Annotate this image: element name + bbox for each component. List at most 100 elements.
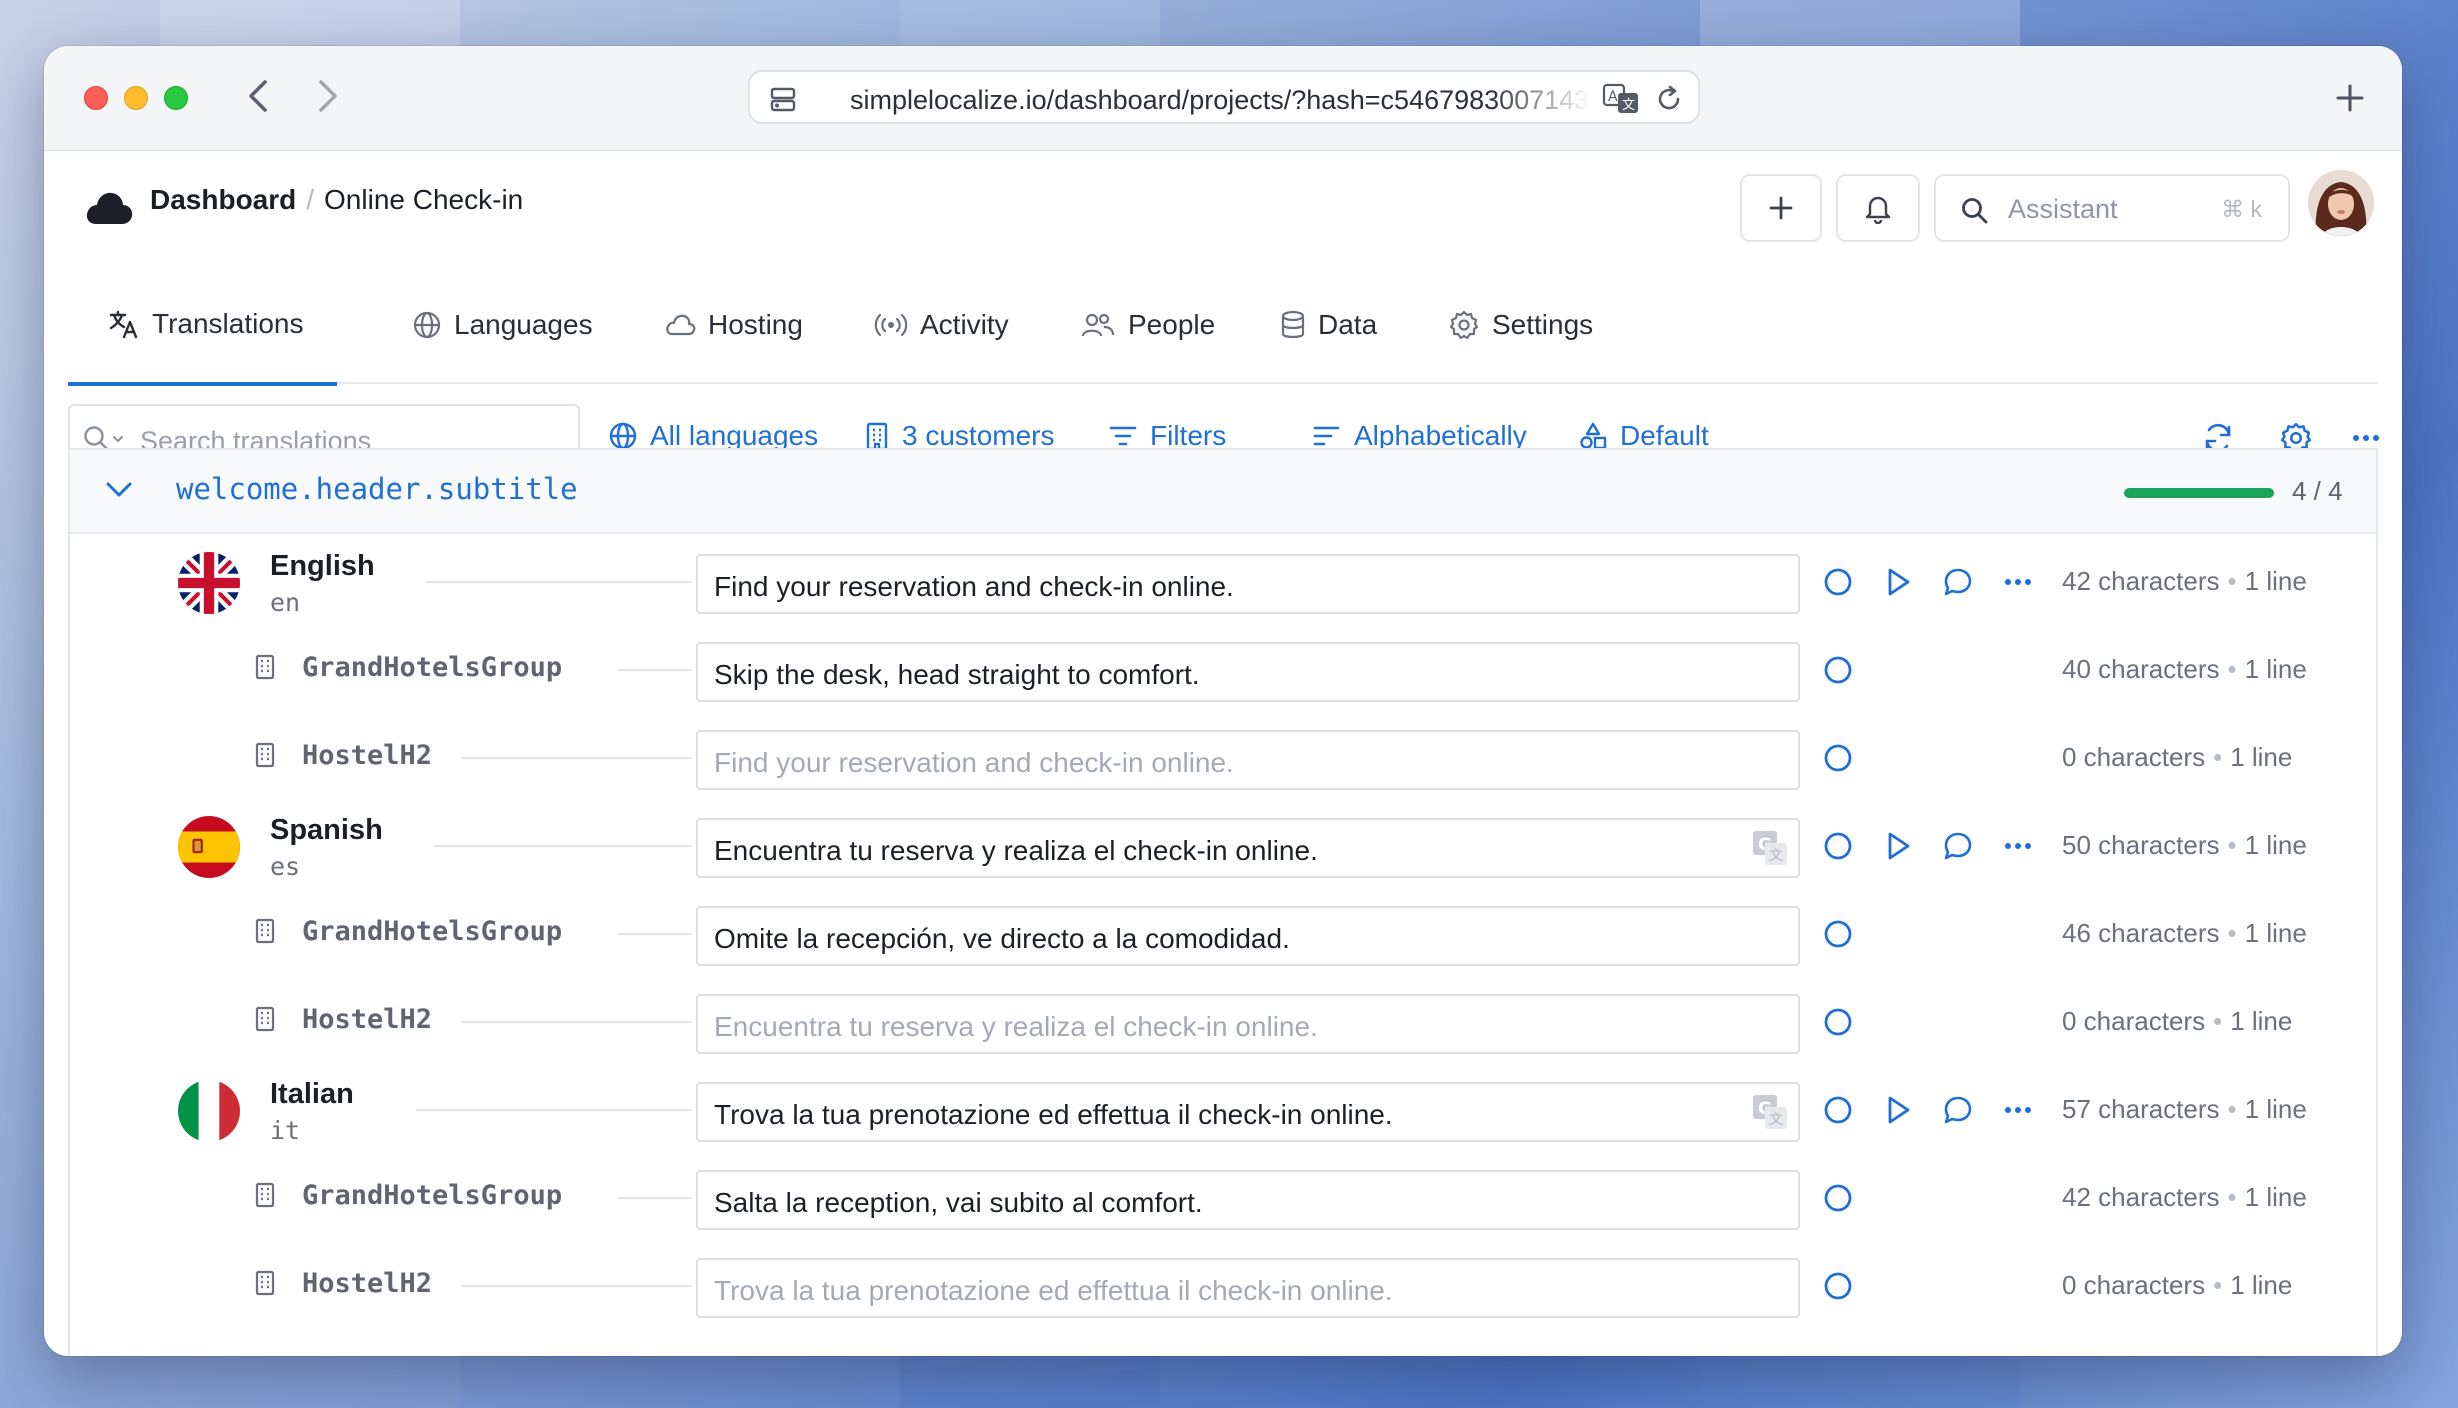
site-settings-icon[interactable] xyxy=(768,84,798,119)
google-translate-icon[interactable]: G文 xyxy=(1748,1090,1792,1134)
tab-languages[interactable]: Languages xyxy=(412,266,593,384)
comment-icon[interactable] xyxy=(1940,564,1976,600)
database-icon xyxy=(1280,310,1306,340)
it-flag-icon xyxy=(178,1080,240,1142)
play-icon[interactable] xyxy=(1880,828,1916,864)
review-status-icon[interactable] xyxy=(1820,916,1856,952)
translation-value: Trova la tua prenotazione ed effettua il… xyxy=(714,1099,1393,1130)
review-status-icon[interactable] xyxy=(1820,1092,1856,1128)
chevron-down-icon[interactable] xyxy=(104,480,134,505)
row-leader-line xyxy=(462,757,692,759)
tab-hosting[interactable]: Hosting xyxy=(664,266,803,384)
tab-settings[interactable]: Settings xyxy=(1448,266,1593,384)
character-count: 57 characters xyxy=(2062,1094,2220,1124)
add-button[interactable] xyxy=(1740,174,1822,242)
svg-text:A: A xyxy=(1608,89,1618,105)
filter-icon xyxy=(1108,423,1138,449)
building-icon xyxy=(254,918,276,944)
tab-people[interactable]: People xyxy=(1080,266,1215,384)
translation-input[interactable]: Salta la reception, vai subito al comfor… xyxy=(696,1170,1800,1230)
translation-key-header[interactable]: welcome.header.subtitle 4 / 4 xyxy=(70,450,2376,534)
translate-page-icon[interactable]: A文 xyxy=(1602,82,1642,121)
meta-separator: • xyxy=(2227,1182,2237,1212)
translation-input[interactable]: Skip the desk, head straight to comfort. xyxy=(696,642,1800,702)
translation-key-name[interactable]: welcome.header.subtitle xyxy=(176,472,578,506)
en-flag-icon xyxy=(178,552,240,614)
translation-input[interactable]: Omite la recepción, ve directo a la como… xyxy=(696,906,1800,966)
assistant-search[interactable]: Assistant ⌘ k xyxy=(1934,174,2290,242)
forward-arrow-icon[interactable] xyxy=(308,76,348,116)
cloud-logo-icon[interactable] xyxy=(84,188,134,233)
character-count: 0 characters xyxy=(2062,1270,2206,1300)
more-options-icon[interactable] xyxy=(2000,1092,2036,1128)
breadcrumb: Dashboard / Online Check-in xyxy=(150,184,523,216)
play-icon[interactable] xyxy=(1880,1092,1916,1128)
row-leader-line xyxy=(434,845,692,847)
language-code: es xyxy=(270,852,301,881)
avatar[interactable] xyxy=(2308,170,2374,236)
globe-icon xyxy=(608,421,638,451)
comment-icon[interactable] xyxy=(1940,828,1976,864)
building-icon xyxy=(254,1270,276,1296)
translation-input[interactable]: Trova la tua prenotazione ed effettua il… xyxy=(696,1082,1800,1142)
review-status-icon[interactable] xyxy=(1820,828,1856,864)
translation-input[interactable]: Find your reservation and check-in onlin… xyxy=(696,730,1800,790)
svg-text:文: 文 xyxy=(1769,848,1783,864)
customer-name: GrandHotelsGroup xyxy=(302,1180,563,1211)
review-status-icon[interactable] xyxy=(1820,1268,1856,1304)
notifications-button[interactable] xyxy=(1836,174,1920,242)
breadcrumb-project[interactable]: Online Check-in xyxy=(324,184,523,215)
minimize-window-button[interactable] xyxy=(124,86,148,110)
review-status-icon[interactable] xyxy=(1820,564,1856,600)
character-count: 50 characters xyxy=(2062,830,2220,860)
new-tab-icon[interactable] xyxy=(2330,78,2370,118)
customer-name: GrandHotelsGroup xyxy=(302,652,563,683)
meta-separator: • xyxy=(2227,830,2237,860)
tab-translations[interactable]: Translations xyxy=(68,266,338,386)
translation-placeholder: Trova la tua prenotazione ed effettua il… xyxy=(714,1275,1393,1306)
translation-input[interactable]: Encuentra tu reserva y realiza el check-… xyxy=(696,818,1800,878)
review-status-icon[interactable] xyxy=(1820,652,1856,688)
back-arrow-icon[interactable] xyxy=(238,76,278,116)
play-icon[interactable] xyxy=(1880,564,1916,600)
translate-icon xyxy=(108,308,140,340)
breadcrumb-dashboard-link[interactable]: Dashboard xyxy=(150,184,296,215)
meta-separator: • xyxy=(2213,1006,2223,1036)
translation-value: Skip the desk, head straight to comfort. xyxy=(714,659,1200,690)
search-icon xyxy=(1960,196,1990,231)
close-window-button[interactable] xyxy=(84,86,108,110)
progress-text: 4 / 4 xyxy=(2292,476,2343,506)
tab-data[interactable]: Data xyxy=(1280,266,1377,384)
customer-name: HostelH2 xyxy=(302,1268,433,1299)
meta-separator: • xyxy=(2227,654,2237,684)
tab-activity[interactable]: Activity xyxy=(874,266,1009,384)
translation-placeholder: Find your reservation and check-in onlin… xyxy=(714,747,1234,778)
svg-text:文: 文 xyxy=(1769,1112,1783,1128)
translation-meta: 40 characters • 1 line xyxy=(2062,654,2307,685)
review-status-icon[interactable] xyxy=(1820,1004,1856,1040)
translation-input[interactable]: Find your reservation and check-in onlin… xyxy=(696,554,1800,614)
review-status-icon[interactable] xyxy=(1820,1180,1856,1216)
comment-icon[interactable] xyxy=(1940,1092,1976,1128)
project-tabs: Translations Languages Hosting Activity … xyxy=(68,266,2378,386)
line-count: 1 line xyxy=(2230,1270,2293,1300)
review-status-icon[interactable] xyxy=(1820,740,1856,776)
reload-icon[interactable] xyxy=(1654,84,1684,119)
row-leader-line xyxy=(618,1197,692,1199)
more-options-icon[interactable] xyxy=(2000,564,2036,600)
language-row: English en Find your reservation and check… xyxy=(70,538,2376,626)
es-flag-icon xyxy=(178,816,240,878)
translation-input[interactable]: Trova la tua prenotazione ed effettua il… xyxy=(696,1258,1800,1318)
translation-value: Salta la reception, vai subito al comfor… xyxy=(714,1187,1203,1218)
language-code: it xyxy=(270,1116,301,1145)
tab-label: Settings xyxy=(1492,309,1594,340)
maximize-window-button[interactable] xyxy=(164,86,188,110)
more-options-icon[interactable] xyxy=(2000,828,2036,864)
address-bar[interactable]: simplelocalize.io/dashboard/projects/?ha… xyxy=(748,70,1700,124)
translation-input[interactable]: Encuentra tu reserva y realiza el check-… xyxy=(696,994,1800,1054)
google-translate-icon[interactable]: G文 xyxy=(1748,826,1792,870)
customer-row: HostelH2 Find your reservation and check-… xyxy=(70,714,2376,802)
assistant-placeholder: Assistant xyxy=(2008,194,2118,224)
line-count: 1 line xyxy=(2244,654,2307,684)
line-count: 1 line xyxy=(2230,742,2293,772)
